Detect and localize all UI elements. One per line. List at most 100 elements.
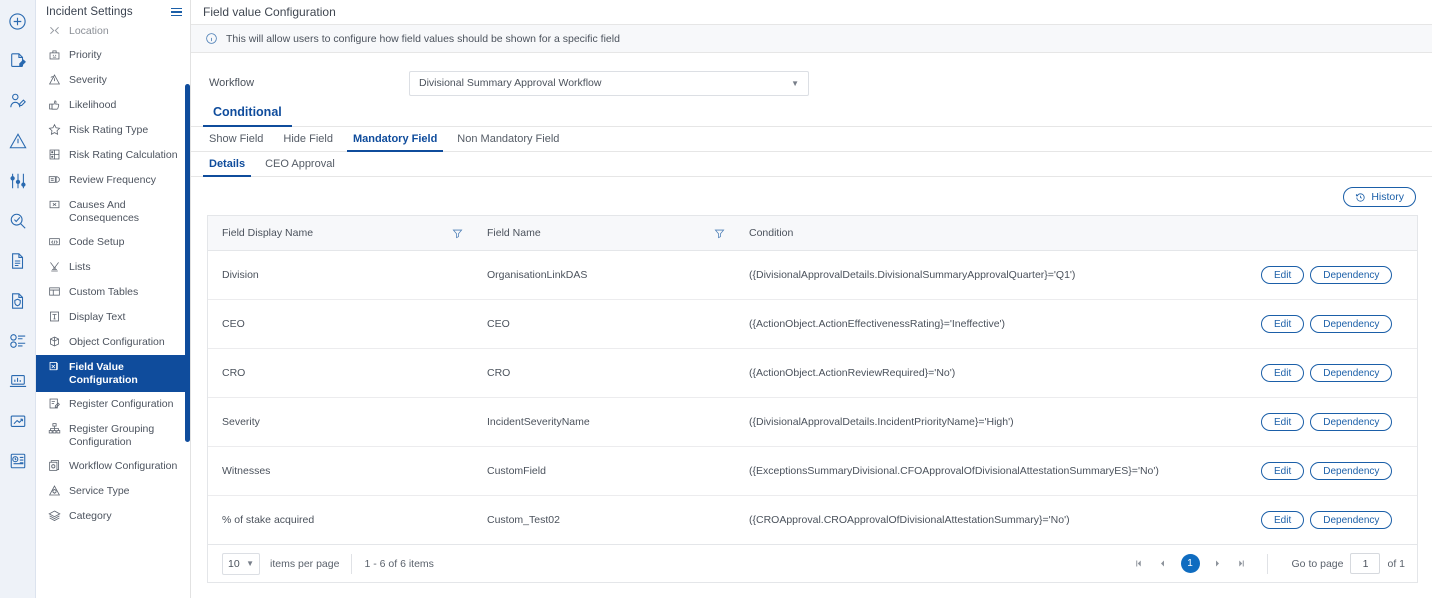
trend-chart-icon[interactable] — [3, 406, 33, 436]
sidebar-item-label: Field Value Configuration — [69, 361, 138, 386]
warning-triangle-icon[interactable] — [3, 126, 33, 156]
table-row: % of stake acquired Custom_Test02 ({CROA… — [208, 496, 1417, 545]
document-shield-icon[interactable] — [3, 286, 33, 316]
dependency-button[interactable]: Dependency — [1310, 364, 1393, 382]
info-text: This will allow users to configure how f… — [226, 32, 620, 45]
chevron-down-icon: ▼ — [791, 78, 799, 88]
main-content: Field value Configuration This will allo… — [191, 0, 1432, 598]
sidebar-item-location[interactable]: Location — [36, 24, 190, 43]
sidebar-item-label: Likelihood — [69, 99, 117, 111]
sidebar-item-risk-rating-calculation[interactable]: Risk Rating Calculation — [36, 143, 190, 168]
sidebar-item-lists[interactable]: Lists — [36, 255, 190, 280]
sidebar-item-object-configuration[interactable]: Object Configuration — [36, 330, 190, 355]
tab-show-field[interactable]: Show Field — [199, 127, 273, 151]
location-icon — [47, 24, 62, 38]
prev-page-icon[interactable] — [1152, 553, 1174, 575]
table-head: Field Display Name Field Name Condition — [208, 216, 1417, 251]
sidebar: Incident Settings Location Priority Seve… — [36, 0, 191, 598]
cell-field-name: IncidentSeverityName — [473, 397, 735, 447]
edit-button[interactable]: Edit — [1261, 413, 1305, 431]
tab-hide-field[interactable]: Hide Field — [273, 127, 343, 151]
sidebar-item-display-text[interactable]: Display Text — [36, 305, 190, 330]
sidebar-item-category[interactable]: Category — [36, 504, 190, 529]
document-edit-icon[interactable] — [3, 46, 33, 76]
sidebar-item-custom-tables[interactable]: Custom Tables — [36, 280, 190, 305]
plus-circle-icon[interactable] — [3, 6, 33, 36]
sidebar-item-workflow-configuration[interactable]: Workflow Configuration — [36, 454, 190, 479]
last-page-icon[interactable] — [1231, 553, 1253, 575]
sidebar-item-priority[interactable]: Priority — [36, 43, 190, 68]
table-row: Division OrganisationLinkDAS ({Divisiona… — [208, 250, 1417, 300]
list-settings-icon[interactable] — [3, 326, 33, 356]
sidebar-item-register-configuration[interactable]: Register Configuration — [36, 392, 190, 417]
cell-display-name: Witnesses — [208, 446, 473, 496]
sidebar-item-label: Risk Rating Calculation — [69, 149, 178, 161]
table-icon — [47, 284, 62, 299]
workflow-select[interactable]: Divisional Summary Approval Workflow ▼ — [409, 70, 809, 96]
star-icon — [47, 122, 62, 137]
sidebar-item-likelihood[interactable]: Likelihood — [36, 93, 190, 118]
first-page-icon[interactable] — [1128, 553, 1150, 575]
tab-non-mandatory-field[interactable]: Non Mandatory Field — [447, 127, 569, 151]
cell-condition: ({DivisionalApprovalDetails.IncidentPrio… — [735, 397, 1247, 447]
goto-page-input[interactable] — [1350, 553, 1381, 574]
filter-funnel-icon[interactable] — [714, 228, 735, 239]
filter-funnel-icon[interactable] — [452, 228, 473, 239]
next-page-icon[interactable] — [1207, 553, 1229, 575]
sidebar-item-label: Object Configuration — [69, 336, 165, 348]
edit-button[interactable]: Edit — [1261, 315, 1305, 333]
dependency-button[interactable]: Dependency — [1310, 462, 1393, 480]
sidebar-item-field-value-configuration[interactable]: Field Value Configuration — [36, 355, 190, 392]
sliders-icon[interactable] — [3, 166, 33, 196]
user-edit-icon[interactable] — [3, 86, 33, 116]
column-condition: Condition — [735, 216, 1247, 251]
tab-mandatory-field[interactable]: Mandatory Field — [343, 127, 447, 152]
sidebar-item-code-setup[interactable]: Code Setup — [36, 230, 190, 255]
sidebar-item-register-grouping-configuration[interactable]: Register Grouping Configuration — [36, 417, 190, 454]
edit-button[interactable]: Edit — [1261, 364, 1305, 382]
sidebar-item-causes-and-consequences[interactable]: Causes And Consequences — [36, 193, 190, 230]
dependency-button[interactable]: Dependency — [1310, 511, 1393, 529]
tab-ceo-approval[interactable]: CEO Approval — [255, 152, 345, 176]
edit-button[interactable]: Edit — [1261, 462, 1305, 480]
grid-icon — [47, 147, 62, 162]
column-field-display-name[interactable]: Field Display Name — [208, 216, 473, 251]
tab-details[interactable]: Details — [199, 152, 255, 177]
edit-button[interactable]: Edit — [1261, 266, 1305, 284]
column-actions — [1247, 216, 1417, 251]
edit-button[interactable]: Edit — [1261, 511, 1305, 529]
sidebar-item-service-type[interactable]: Service Type — [36, 479, 190, 504]
sidebar-item-label: Risk Rating Type — [69, 124, 149, 136]
dependency-button[interactable]: Dependency — [1310, 413, 1393, 431]
document-lines-icon[interactable] — [3, 246, 33, 276]
cell-actions: Edit Dependency — [1247, 397, 1417, 447]
dependency-button[interactable]: Dependency — [1310, 266, 1393, 284]
tabs-level2: Show Field Hide Field Mandatory Field No… — [191, 127, 1432, 152]
page-title: Field value Configuration — [191, 0, 1432, 25]
sidebar-item-risk-rating-type[interactable]: Risk Rating Type — [36, 118, 190, 143]
goto-page-group: Go to page of 1 — [1292, 553, 1405, 574]
history-button[interactable]: History — [1343, 187, 1416, 207]
object-config-icon — [47, 334, 62, 349]
history-label: History — [1371, 191, 1404, 203]
workflow-label: Workflow — [209, 77, 255, 89]
column-label: Condition — [749, 227, 794, 239]
tab-conditional[interactable]: Conditional — [199, 99, 296, 127]
dependency-button[interactable]: Dependency — [1310, 315, 1393, 333]
cell-condition: ({DivisionalApprovalDetails.DivisionalSu… — [735, 250, 1247, 300]
page-size-select[interactable]: 10 ▼ — [222, 552, 260, 575]
column-field-name[interactable]: Field Name — [473, 216, 735, 251]
page-number-1[interactable]: 1 — [1180, 554, 1200, 573]
cell-condition: ({CROApproval.CROApprovalOfDivisionalAtt… — [749, 514, 1070, 526]
hamburger-icon[interactable] — [171, 7, 182, 17]
sidebar-item-severity[interactable]: Severity — [36, 68, 190, 93]
cell-field-name: CRO — [473, 348, 735, 398]
workflow-config-icon — [47, 458, 62, 473]
laptop-chart-icon[interactable] — [3, 366, 33, 396]
sidebar-item-review-frequency[interactable]: Review Frequency — [36, 168, 190, 193]
likelihood-icon — [47, 97, 62, 112]
search-check-icon[interactable] — [3, 206, 33, 236]
sidebar-scrollbar[interactable] — [185, 84, 190, 442]
clock-list-icon[interactable] — [3, 446, 33, 476]
sidebar-item-label: Category — [69, 510, 112, 522]
